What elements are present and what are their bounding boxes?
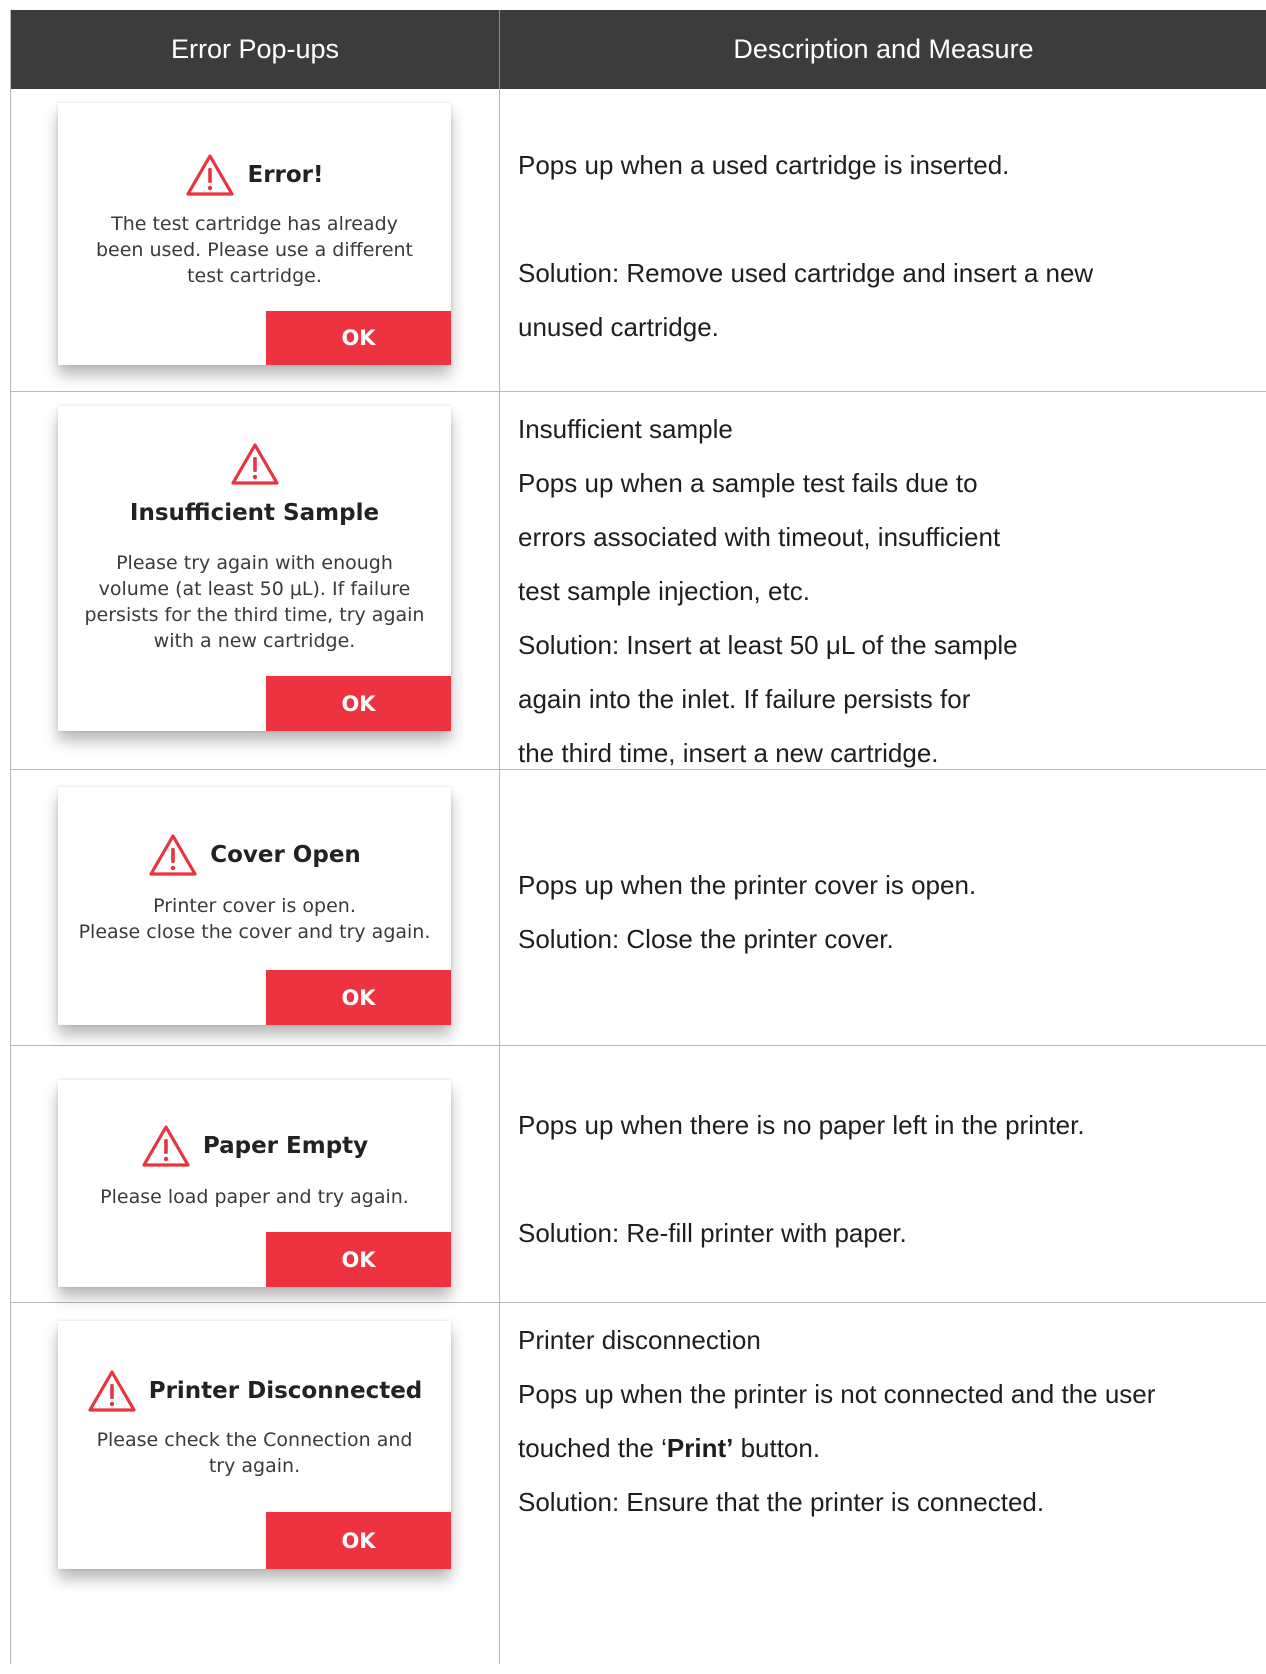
error-popup: Cover Open Printer cover is open. Please… [58,787,451,1025]
column-divider [499,1046,500,1302]
ok-button[interactable]: OK [266,970,451,1025]
description-text: button. [733,1433,821,1463]
description-line: Insufficient sample [518,414,733,444]
popup-title: Printer Disconnected [58,1369,451,1413]
popup-title-text: Paper Empty [202,1133,369,1159]
description-line: Solution: Close the printer cover. [518,924,894,954]
description-line [518,192,1266,246]
popup-title-text: Error! [247,162,324,188]
popup-message: Printer cover is open. Please close the … [68,893,441,945]
ok-button[interactable]: OK [266,676,451,731]
print-button-reference: Print’ [666,1433,734,1463]
error-popup: Insufficient Sample Please try again wit… [58,406,451,731]
description-line: touched the ‘Print’ button. [518,1421,1266,1475]
warning-triangle-icon [148,833,198,877]
error-popup: Error! The test cartridge has already be… [58,103,451,365]
warning-triangle-icon [87,1369,137,1413]
popup-cell: Printer Disconnected Please check the Co… [11,1303,499,1664]
description-line: test sample injection, etc. [518,576,810,606]
description-cell: Insufficient sample Pops up when a sampl… [518,392,1266,779]
popup-cell: Paper Empty Please load paper and try ag… [11,1046,499,1302]
description-line: Solution: Re-fill printer with paper. [518,1218,907,1248]
popup-title: Error! [58,153,451,197]
description-line: again into the inlet. If failure persist… [518,684,971,714]
ok-button[interactable]: OK [266,1512,451,1569]
description-cell: Pops up when a used cartridge is inserte… [518,89,1266,440]
popup-message: The test cartridge has already been used… [68,211,441,289]
error-popup: Paper Empty Please load paper and try ag… [58,1080,451,1287]
popup-title-text: Printer Disconnected [148,1378,423,1404]
description-line: unused cartridge. [518,312,719,342]
warning-triangle-icon [230,442,280,486]
popup-message-line: test cartridge. [187,265,322,287]
table-row: Error! The test cartridge has already be… [11,89,1266,392]
description-line [518,1152,1266,1206]
popup-message-line: been used. Please use a different [95,239,414,261]
popup-message-line: Printer cover is open. [153,895,356,917]
description-line: Solution: Insert at least 50 μL of the s… [518,630,1018,660]
popup-message: Please check the Connection and try agai… [68,1427,441,1479]
description-line: Solution: Ensure that the printer is con… [518,1487,1045,1517]
popup-message-line: Please check the Connection and [96,1429,413,1451]
popup-cell: Insufficient Sample Please try again wit… [11,392,499,769]
popup-message-line: Please load paper and try again. [100,1186,409,1208]
column-divider [499,89,500,391]
table-row: Paper Empty Please load paper and try ag… [11,1046,1266,1303]
table-row: Cover Open Printer cover is open. Please… [11,770,1266,1046]
popup-title-text: Insufficient Sample [129,500,380,526]
description-text: touched the ‘ [518,1433,667,1463]
ok-button[interactable]: OK [266,311,451,365]
description-line: Solution: Remove used cartridge and inse… [518,258,1094,288]
table-row: Printer Disconnected Please check the Co… [11,1303,1266,1664]
popup-message-line: Please try again with enough [116,552,393,574]
popup-cell: Error! The test cartridge has already be… [11,89,499,391]
popup-title: Insufficient Sample [58,496,451,530]
error-popup: Printer Disconnected Please check the Co… [58,1321,451,1569]
table-row: Insufficient Sample Please try again wit… [11,392,1266,770]
description-line: Pops up when there is no paper left in t… [518,1110,1085,1140]
description-line: Pops up when a sample test fails due to [518,468,978,498]
popup-message-line: persists for the third time, try again [84,604,425,626]
popup-message-line: with a new cartridge. [153,630,356,652]
column-divider [499,770,500,1045]
column-divider [499,1303,500,1664]
popup-message-line: volume (at least 50 μL). If failure [98,578,411,600]
description-line: Pops up when a used cartridge is inserte… [518,150,1010,180]
description-line: Pops up when the printer cover is open. [518,870,977,900]
popup-message-line: Please close the cover and try again. [78,921,431,943]
description-line: Pops up when the printer is not connecte… [518,1379,1156,1409]
description-line: errors associated with timeout, insuffic… [518,522,1001,552]
popup-cell: Cover Open Printer cover is open. Please… [11,770,499,1045]
table-header: Error Pop-ups Description and Measure [11,10,1266,89]
popup-message-line: The test cartridge has already [111,213,398,235]
popup-title: Cover Open [58,833,451,877]
popup-message: Please try again with enough volume (at … [68,550,441,654]
header-description: Description and Measure [733,34,1034,64]
popup-message: Please load paper and try again. [68,1184,441,1210]
popup-title: Paper Empty [58,1124,451,1168]
popup-message-line: try again. [208,1455,301,1477]
warning-triangle-icon [141,1124,191,1168]
popup-title-text: Cover Open [210,842,361,868]
description-cell: Printer disconnection Pops up when the p… [518,1303,1266,1674]
description-line: Printer disconnection [518,1325,761,1355]
header-error-popups: Error Pop-ups [170,34,340,64]
warning-triangle-icon [185,153,235,197]
error-popup-table: Error Pop-ups Description and Measure Er… [10,10,1266,1664]
ok-button[interactable]: OK [266,1232,451,1287]
column-divider [499,392,500,769]
